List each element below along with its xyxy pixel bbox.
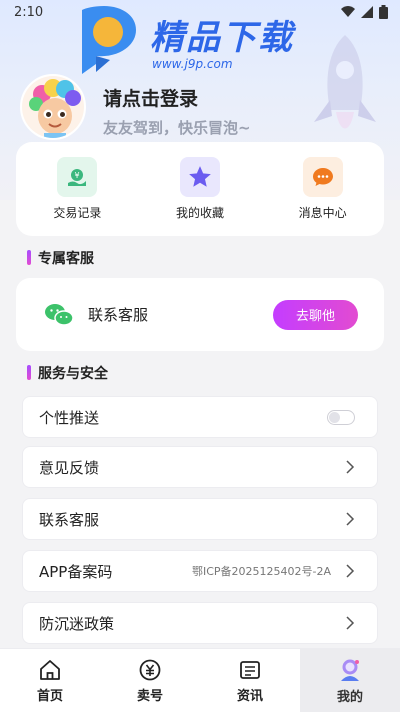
customer-service-card: 联系客服 去聊他	[16, 278, 384, 351]
transaction-record-icon: ¥	[57, 157, 98, 197]
filing-code: 鄂ICP备2025125402号-2A	[191, 565, 331, 578]
svg-text:¥: ¥	[75, 171, 80, 180]
watermark-logo	[74, 2, 144, 78]
section-title-service-security: 服务与安全	[27, 363, 108, 383]
chevron-right-icon	[346, 460, 355, 474]
status-time: 2:10	[14, 4, 44, 20]
tab-news[interactable]: 资讯	[200, 649, 300, 712]
tab-label: 卖号	[136, 688, 163, 704]
settings-row-label: APP备案码	[39, 562, 113, 581]
tab-profile[interactable]: 我的	[300, 649, 400, 712]
tab-label: 我的	[336, 689, 363, 705]
status-icons	[341, 5, 388, 19]
sell-icon	[139, 659, 161, 680]
quick-action-label: 消息中心	[298, 206, 347, 220]
quick-action-favorites[interactable]: 我的收藏	[145, 157, 255, 221]
avatar[interactable]	[20, 74, 86, 140]
settings-row-app-filing[interactable]: APP备案码 鄂ICP备2025125402号-2A	[22, 550, 378, 592]
news-icon	[240, 660, 260, 679]
tab-label: 资讯	[236, 688, 263, 704]
settings-row-feedback[interactable]: 意见反馈	[22, 446, 378, 488]
section-title-exclusive: 专属客服	[27, 248, 94, 268]
service-label: 联系客服	[88, 306, 149, 324]
settings-row-anti-addiction[interactable]: 防沉迷政策	[22, 602, 378, 644]
watermark-url: www.j9p.com	[152, 56, 233, 71]
settings-row-label: 个性推送	[39, 408, 100, 427]
go-chat-button[interactable]: 去聊他	[273, 299, 358, 330]
settings-row-contact-service[interactable]: 联系客服	[22, 498, 378, 540]
battery-icon	[379, 5, 388, 19]
tab-sell[interactable]: 卖号	[100, 649, 200, 712]
settings-row-label: 意见反馈	[39, 458, 100, 477]
profile-subtitle: 友友驾到，快乐冒泡~	[103, 119, 251, 137]
quick-action-label: 交易记录	[53, 206, 102, 220]
quick-action-transactions[interactable]: ¥ 交易记录	[22, 157, 132, 221]
quick-action-messages[interactable]: 消息中心	[268, 157, 378, 221]
chevron-right-icon	[346, 564, 355, 578]
home-icon	[40, 659, 60, 680]
push-toggle[interactable]	[327, 409, 355, 425]
quick-action-label: 我的收藏	[175, 206, 224, 220]
tab-label: 首页	[36, 688, 63, 704]
login-prompt[interactable]: 请点击登录	[103, 84, 198, 111]
settings-row-label: 防沉迷政策	[39, 614, 115, 633]
watermark-title: 精品下载	[150, 17, 294, 58]
wifi-icon	[341, 6, 355, 17]
message-icon	[302, 157, 343, 197]
signal-icon	[361, 6, 373, 18]
profile-icon	[341, 659, 359, 681]
chevron-right-icon	[346, 616, 355, 630]
star-icon	[179, 157, 220, 197]
tab-home[interactable]: 首页	[0, 649, 100, 712]
quick-actions-card: ¥ 交易记录 我的收藏 消息中心	[16, 142, 384, 236]
bottom-tab-bar: 首页 卖号 资讯 我的	[0, 648, 400, 712]
watermark: 精品下载 www.j9p.com	[74, 2, 334, 78]
chevron-right-icon	[346, 512, 355, 526]
settings-row-push[interactable]: 个性推送	[22, 396, 378, 438]
settings-row-label: 联系客服	[39, 510, 100, 529]
wechat-icon	[45, 303, 74, 326]
